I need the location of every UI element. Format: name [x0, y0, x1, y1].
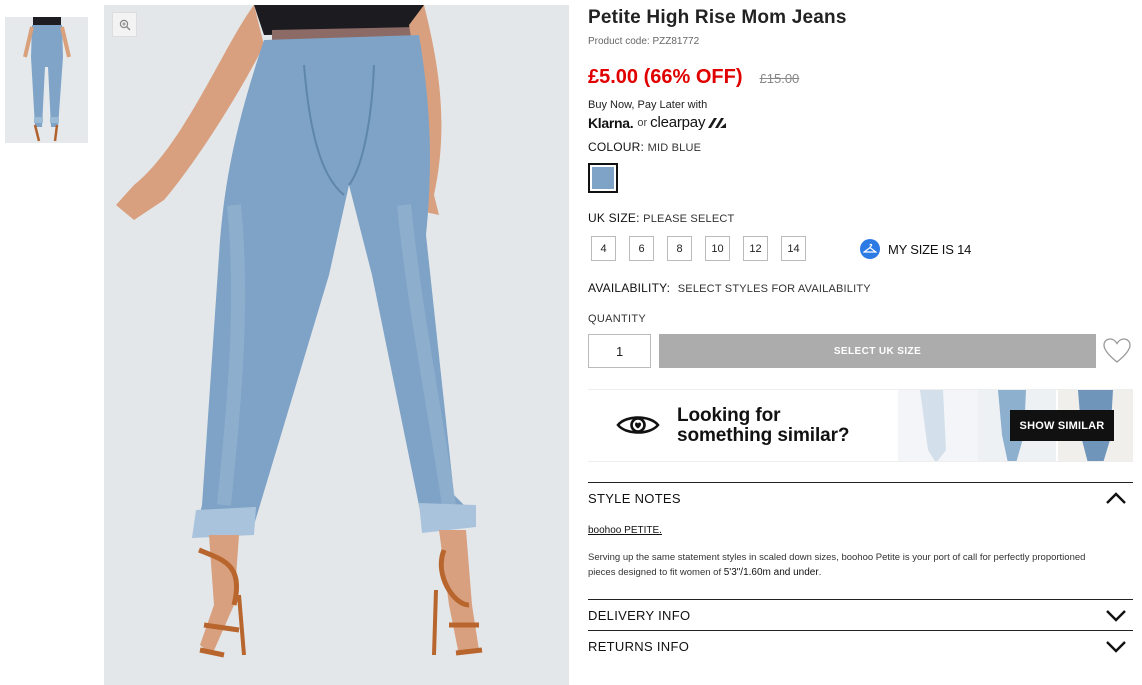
klarna-logo[interactable]: Klarna. [588, 115, 634, 131]
quantity-label: QUANTITY [588, 313, 647, 325]
chevron-up-icon [1106, 492, 1126, 504]
delivery-info-section: DELIVERY INFO [588, 599, 1133, 630]
size-option-10[interactable]: 10 [705, 236, 730, 261]
size-option-12[interactable]: 12 [743, 236, 768, 261]
size-option-6[interactable]: 6 [629, 236, 654, 261]
thumbnail-image [5, 17, 88, 143]
availability-value: SELECT STYLES FOR AVAILABILITY [677, 283, 871, 295]
style-notes-title: STYLE NOTES [588, 490, 681, 506]
similar-line2: something similar? [677, 425, 850, 446]
delivery-info-header[interactable]: DELIVERY INFO [588, 600, 1133, 630]
product-code: Product code: PZZ81772 [588, 36, 700, 47]
chevron-down-icon [1106, 610, 1126, 622]
price-row: £5.00 (66% OFF) £15.00 [588, 66, 799, 89]
hanger-icon [860, 239, 880, 259]
select-size-button[interactable]: SELECT UK SIZE [659, 334, 1096, 368]
colour-swatch-mid-blue[interactable] [588, 163, 618, 193]
size-label: UK SIZE: [588, 211, 640, 225]
style-notes-description: Serving up the same statement styles in … [588, 550, 1088, 580]
similar-line1: Looking for [677, 405, 781, 426]
size-option-8[interactable]: 8 [667, 236, 692, 261]
size-row: UK SIZE: PLEASE SELECT [588, 211, 734, 225]
returns-info-section: RETURNS INFO [588, 630, 1133, 661]
similar-text: Looking for something similar? [677, 405, 850, 446]
jeans-photo [104, 5, 569, 685]
availability-row: AVAILABILITY: SELECT STYLES FOR AVAILABI… [588, 281, 871, 295]
product-title: Petite High Rise Mom Jeans [588, 7, 847, 28]
returns-info-title: RETURNS INFO [588, 638, 690, 654]
zoom-icon [119, 19, 130, 30]
bnpl-text: Buy Now, Pay Later with [588, 99, 708, 111]
my-size-label: MY SIZE IS 14 [888, 241, 972, 257]
size-value: PLEASE SELECT [643, 213, 735, 225]
returns-info-header[interactable]: RETURNS INFO [588, 631, 1133, 661]
product-main-image [104, 5, 569, 685]
description-text: Serving up the same statement styles in … [588, 552, 1086, 578]
size-options: 4 6 8 10 12 14 [591, 236, 819, 261]
bnpl-or: or [637, 116, 648, 129]
sale-price: £5.00 (66% OFF) [588, 66, 743, 88]
description-end: . [818, 567, 822, 578]
chevron-down-icon [1106, 641, 1126, 653]
show-similar-button[interactable]: SHOW SIMILAR [1010, 410, 1114, 441]
colour-value: MID BLUE [647, 142, 702, 154]
size-option-14[interactable]: 14 [781, 236, 806, 261]
description-height: 5'3"/1.60m and under [723, 567, 819, 578]
eye-icon [616, 416, 660, 434]
original-price: £15.00 [759, 71, 800, 86]
availability-label: AVAILABILITY: [588, 281, 671, 295]
bnpl-logos: Klarna. or clearpay [588, 114, 727, 131]
clearpay-mark-icon [708, 117, 727, 128]
product-thumbnail[interactable] [5, 17, 88, 143]
size-option-4[interactable]: 4 [591, 236, 616, 261]
similar-banner[interactable]: Looking for something similar? SHOW SIMI… [588, 389, 1133, 462]
my-size-button[interactable]: MY SIZE IS 14 [860, 239, 971, 259]
clearpay-logo[interactable]: clearpay [650, 114, 705, 131]
colour-row: COLOUR: MID BLUE [588, 140, 701, 154]
brand-link[interactable]: boohoo PETITE. [588, 525, 662, 536]
quantity-input[interactable] [588, 334, 651, 368]
style-notes-section: STYLE NOTES [588, 482, 1133, 513]
delivery-info-title: DELIVERY INFO [588, 607, 691, 623]
style-notes-header[interactable]: STYLE NOTES [588, 483, 1133, 513]
heart-icon[interactable] [1102, 337, 1132, 365]
colour-label: COLOUR: [588, 140, 645, 154]
zoom-button[interactable] [112, 12, 137, 37]
